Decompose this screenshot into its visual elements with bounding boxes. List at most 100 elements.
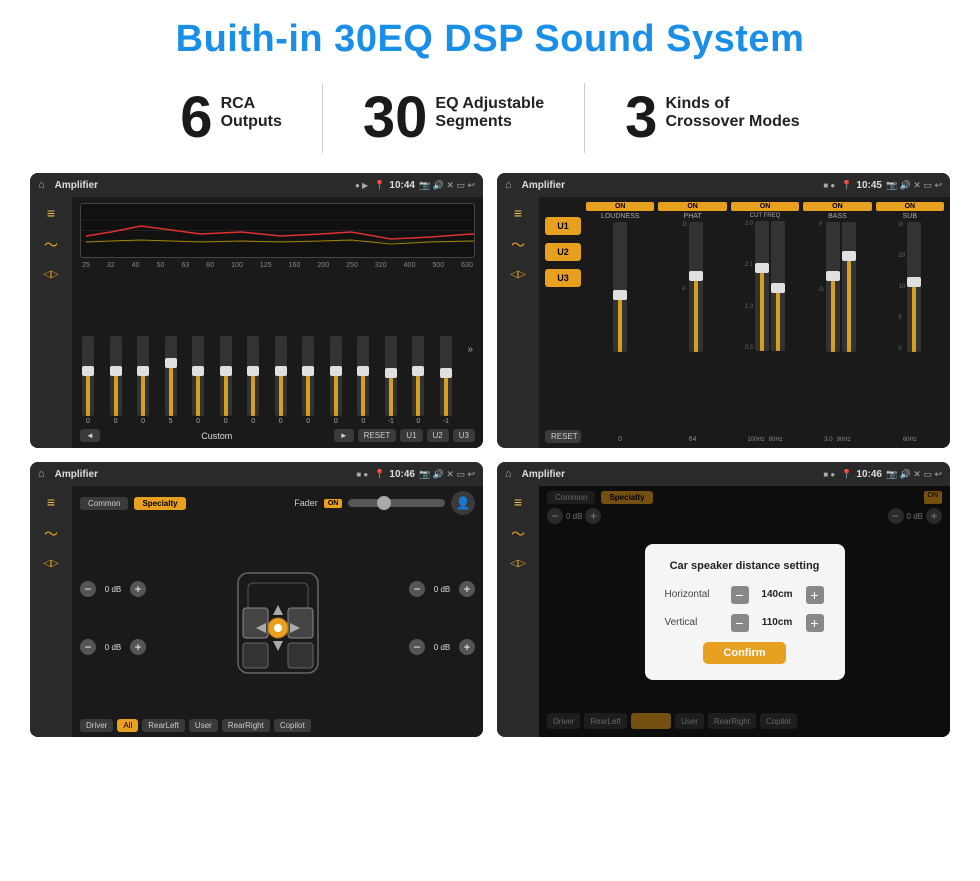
eq-icon[interactable]: ≡ <box>47 205 55 221</box>
spk-fl-plus[interactable]: + <box>130 581 146 597</box>
screen1-home-icon[interactable]: ⌂ <box>38 179 45 191</box>
spk-rl-minus[interactable]: − <box>80 639 96 655</box>
spk-fr-minus[interactable]: − <box>409 581 425 597</box>
eq-track-3[interactable] <box>137 336 149 416</box>
screen4-home-icon[interactable]: ⌂ <box>505 468 512 480</box>
eq-track-11[interactable] <box>357 336 369 416</box>
xover-preset-u1[interactable]: U1 <box>545 217 581 235</box>
eq-val-5: 0 <box>196 418 200 425</box>
screen2-speaker-icon[interactable]: ◁▷ <box>510 269 525 280</box>
freq-50: 50 <box>157 262 165 269</box>
spk-all-btn[interactable]: All <box>117 719 138 732</box>
freq-40: 40 <box>132 262 140 269</box>
eq-prev-btn[interactable]: ◄ <box>80 429 100 442</box>
xover-bass-track2[interactable] <box>842 222 856 352</box>
screen3-speaker-icon[interactable]: ◁▷ <box>43 558 58 569</box>
xover-cutfreq-track1[interactable] <box>755 221 769 351</box>
xover-ch-header-loudness: ON <box>586 202 654 211</box>
screen4-speaker-icon[interactable]: ◁▷ <box>510 558 525 569</box>
eq-track-5[interactable] <box>192 336 204 416</box>
xover-preset-u3[interactable]: U3 <box>545 269 581 287</box>
dist-confirm-button[interactable]: Confirm <box>703 642 785 664</box>
spk-car-area: − 0 dB + − 0 dB + <box>80 521 475 715</box>
xover-cutfreq-track2[interactable] <box>771 221 785 351</box>
screen2-eq-icon[interactable]: ≡ <box>514 205 522 221</box>
eq-track-8[interactable] <box>275 336 287 416</box>
spk-rr-minus[interactable]: − <box>409 639 425 655</box>
eq-val-6: 0 <box>224 418 228 425</box>
spk-user-btn[interactable]: User <box>189 719 218 732</box>
eq-track-10[interactable] <box>330 336 342 416</box>
dist-horizontal-minus[interactable]: − <box>731 586 749 604</box>
xover-sub-track[interactable] <box>907 222 921 352</box>
xover-ch-sub: ON SUB G201050 60H <box>876 202 944 443</box>
dist-vertical-plus[interactable]: + <box>806 614 824 632</box>
xover-ch-label-loudness: LOUDNESS <box>601 213 640 220</box>
xover-bass-track1[interactable] <box>826 222 840 352</box>
screen4-eq-icon[interactable]: ≡ <box>514 494 522 510</box>
screen3-wave-icon[interactable]: 〜 <box>44 524 58 544</box>
dist-vertical-value: 110cm <box>755 617 800 628</box>
eq-val-2: 0 <box>114 418 118 425</box>
eq-val-11: 0 <box>361 418 365 425</box>
eq-track-14[interactable] <box>440 336 452 416</box>
eq-track-7[interactable] <box>247 336 259 416</box>
xover-loudness-track[interactable] <box>613 222 627 352</box>
xover-reset-btn[interactable]: RESET <box>545 430 581 443</box>
spk-tab-specialty[interactable]: Specialty <box>134 497 185 510</box>
screen3-sidebar: ≡ 〜 ◁▷ <box>30 486 72 737</box>
eq-track-12[interactable] <box>385 336 397 416</box>
screen2-icons-row: 📷 🔊 ✕ ▭ ↩ <box>886 180 942 191</box>
xover-phat-val: 64 <box>689 436 697 443</box>
spk-rl-plus[interactable]: + <box>130 639 146 655</box>
xover-ch-header-phat: ON <box>658 202 726 211</box>
eq-u2-btn[interactable]: U2 <box>427 429 449 442</box>
spk-fr-plus[interactable]: + <box>459 581 475 597</box>
spk-fl-minus[interactable]: − <box>80 581 96 597</box>
eq-track-4[interactable] <box>165 336 177 416</box>
feature-text-rca: RCA Outputs <box>221 89 282 131</box>
eq-track-6[interactable] <box>220 336 232 416</box>
eq-u3-btn[interactable]: U3 <box>453 429 475 442</box>
spk-rearleft-btn[interactable]: RearLeft <box>142 719 185 732</box>
screen4-sidebar: ≡ 〜 ◁▷ <box>497 486 539 737</box>
screen2-wave-icon[interactable]: 〜 <box>511 235 525 255</box>
expand-icon[interactable]: » <box>467 344 473 355</box>
xover-phat-track[interactable] <box>689 222 703 352</box>
screen3-eq-icon[interactable]: ≡ <box>47 494 55 510</box>
eq-track-1[interactable] <box>82 336 94 416</box>
dist-horizontal-label: Horizontal <box>665 589 725 600</box>
spk-tab-common[interactable]: Common <box>80 497 128 510</box>
xover-ch-label-sub: SUB <box>903 213 917 220</box>
spk-fader-track[interactable] <box>348 499 445 507</box>
screen4-wave-icon[interactable]: 〜 <box>511 524 525 544</box>
speaker-icon[interactable]: ◁▷ <box>43 269 58 280</box>
eq-track-2[interactable] <box>110 336 122 416</box>
wave-icon[interactable]: 〜 <box>44 235 58 255</box>
screen1-location-icon: 📍 <box>374 180 385 191</box>
dist-vertical-minus[interactable]: − <box>731 614 749 632</box>
spk-copilot-btn[interactable]: Copilot <box>274 719 311 732</box>
eq-next-btn[interactable]: ► <box>334 429 354 442</box>
eq-reset-btn[interactable]: RESET <box>358 429 397 442</box>
dist-horizontal-plus[interactable]: + <box>806 586 824 604</box>
screen2-home-icon[interactable]: ⌂ <box>505 179 512 191</box>
eq-u1-btn[interactable]: U1 <box>400 429 422 442</box>
spk-right-gap <box>409 603 475 633</box>
spk-left-gap <box>80 603 146 633</box>
eq-track-13[interactable] <box>412 336 424 416</box>
screen3-home-icon[interactable]: ⌂ <box>38 468 45 480</box>
dist-vertical-label: Vertical <box>665 617 725 628</box>
eq-val-10: 0 <box>334 418 338 425</box>
spk-rearright-btn[interactable]: RearRight <box>222 719 270 732</box>
xover-preset-u2[interactable]: U2 <box>545 243 581 261</box>
spk-driver-btn[interactable]: Driver <box>80 719 113 732</box>
spk-fader-on-badge: ON <box>324 499 343 508</box>
freq-500: 500 <box>432 262 444 269</box>
spk-rr-plus[interactable]: + <box>459 639 475 655</box>
spk-fader-thumb[interactable] <box>377 496 391 510</box>
feature-line1-crossover: Kinds of <box>665 95 799 113</box>
eq-track-9[interactable] <box>302 336 314 416</box>
xover-cutfreq-sliders: 3.02.11.30.5 <box>745 221 785 437</box>
eq-bottom-bar: ◄ Custom ► RESET U1 U2 U3 <box>80 429 475 442</box>
